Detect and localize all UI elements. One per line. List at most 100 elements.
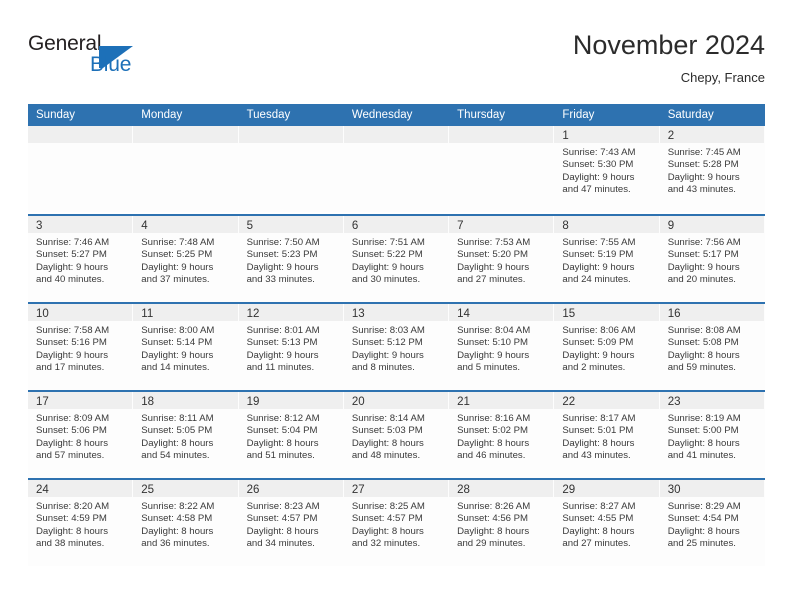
calendar-day-cell[interactable]: 30 Sunrise: 8:29 AM Sunset: 4:54 PM Dayligh… bbox=[659, 480, 765, 566]
day-sunset-text: Sunset: 4:56 PM bbox=[457, 513, 529, 525]
day-sunset-text: Sunset: 5:16 PM bbox=[36, 337, 107, 349]
calendar-day-cell[interactable]: 28 Sunrise: 8:26 AM Sunset: 4:56 PM Dayligh… bbox=[449, 480, 555, 566]
brand-logo[interactable]: General Blue bbox=[28, 32, 148, 84]
day-number: 13 bbox=[351, 308, 365, 320]
page-header: General Blue November 2024 Chepy, France bbox=[28, 28, 765, 98]
day-sun-info: Sunrise: 8:17 AM Sunset: 5:01 PM Daylight:… bbox=[554, 409, 659, 463]
day-sunset-text: Sunset: 4:57 PM bbox=[246, 513, 318, 525]
calendar-day-cell[interactable]: 23 Sunrise: 8:19 AM Sunset: 5:00 PM Dayligh… bbox=[659, 392, 765, 478]
day-number: 7 bbox=[457, 220, 464, 232]
day-sunset-text: Sunset: 4:57 PM bbox=[351, 513, 423, 525]
day-daylight-text: Daylight: 9 hours bbox=[36, 349, 108, 361]
day-number-band: 23 bbox=[659, 392, 765, 409]
calendar-day-cell[interactable]: 21 Sunrise: 8:16 AM Sunset: 5:02 PM Dayligh… bbox=[449, 392, 555, 478]
calendar-day-cell[interactable]: 24 Sunrise: 8:20 AM Sunset: 4:59 PM Dayligh… bbox=[28, 480, 134, 566]
day-number-band: 26 bbox=[238, 480, 344, 497]
day-sunrise-text: Sunrise: 7:45 AM bbox=[667, 147, 741, 158]
calendar-grid: Sunday Monday Tuesday Wednesday Thursday Frid… bbox=[28, 104, 765, 566]
calendar-day-cell[interactable]: 8 Sunrise: 7:55 AM Sunset: 5:19 PM Daylight… bbox=[554, 216, 660, 302]
day-sun-info: Sunrise: 8:01 AM Sunset: 5:13 PM Daylight:… bbox=[239, 321, 344, 375]
day-number: 21 bbox=[457, 396, 470, 408]
day-number bbox=[28, 130, 36, 142]
day-sun-info: Sunrise: 8:00 AM Sunset: 5:14 PM Daylight:… bbox=[133, 321, 238, 375]
day-daylight-text: and 14 minutes. bbox=[141, 362, 210, 374]
day-number: 12 bbox=[246, 308, 260, 320]
calendar-day-cell[interactable]: 29 Sunrise: 8:27 AM Sunset: 4:55 PM Dayligh… bbox=[554, 480, 660, 566]
day-sun-info: Sunrise: 7:48 AM Sunset: 5:25 PM Daylight:… bbox=[133, 233, 238, 287]
calendar-day-cell[interactable]: 16 Sunrise: 8:08 AM Sunset: 5:08 PM Dayligh… bbox=[659, 304, 765, 390]
calendar-day-cell[interactable]: 4 Sunrise: 7:48 AM Sunset: 5:25 PM Daylight… bbox=[133, 216, 239, 302]
day-sun-info: Sunrise: 7:46 AM Sunset: 5:27 PM Daylight:… bbox=[28, 233, 133, 287]
day-daylight-text: and 47 minutes. bbox=[562, 184, 631, 196]
weekday-header-sunday: Sunday bbox=[36, 109, 76, 121]
calendar-day-cell[interactable]: 9 Sunrise: 7:56 AM Sunset: 5:17 PM Daylight… bbox=[659, 216, 765, 302]
day-daylight-text: and 54 minutes. bbox=[141, 450, 210, 462]
day-number: 22 bbox=[562, 396, 576, 408]
day-sunrise-text: Sunrise: 7:55 AM bbox=[562, 237, 636, 248]
day-daylight-text: Daylight: 8 hours bbox=[141, 525, 214, 537]
day-daylight-text: Daylight: 8 hours bbox=[457, 437, 530, 449]
day-daylight-text: and 37 minutes. bbox=[141, 274, 210, 286]
day-number: 17 bbox=[36, 396, 49, 408]
day-sunset-text: Sunset: 5:14 PM bbox=[141, 337, 213, 349]
day-number: 3 bbox=[36, 220, 43, 232]
day-number-band bbox=[238, 126, 344, 143]
calendar-day-cell[interactable]: 18 Sunrise: 8:11 AM Sunset: 5:05 PM Dayligh… bbox=[133, 392, 239, 478]
day-sunrise-text: Sunrise: 8:04 AM bbox=[457, 325, 531, 336]
day-sunrise-text: Sunrise: 8:06 AM bbox=[562, 325, 636, 336]
day-daylight-text: Daylight: 9 hours bbox=[667, 171, 740, 183]
day-number: 9 bbox=[667, 220, 675, 232]
day-sunset-text: Sunset: 5:13 PM bbox=[246, 337, 318, 349]
calendar-day-cell[interactable]: 19 Sunrise: 8:12 AM Sunset: 5:04 PM Dayligh… bbox=[238, 392, 344, 478]
calendar-day-cell[interactable]: 17 Sunrise: 8:09 AM Sunset: 5:06 PM Dayligh… bbox=[28, 392, 134, 478]
day-sunrise-text: Sunrise: 8:01 AM bbox=[246, 325, 320, 336]
day-number-band: 7 bbox=[449, 216, 555, 233]
day-number: 30 bbox=[667, 484, 681, 496]
day-daylight-text: and 24 minutes. bbox=[562, 274, 631, 286]
day-daylight-text: Daylight: 9 hours bbox=[667, 261, 740, 273]
day-sunrise-text: Sunrise: 8:12 AM bbox=[246, 413, 320, 424]
weekday-header-row: Sunday Monday Tuesday Wednesday Thursday Frid… bbox=[28, 104, 765, 126]
calendar-day-cell[interactable]: 14 Sunrise: 8:04 AM Sunset: 5:10 PM Dayligh… bbox=[449, 304, 555, 390]
day-sunrise-text: Sunrise: 8:16 AM bbox=[457, 413, 531, 424]
day-daylight-text: and 46 minutes. bbox=[457, 450, 526, 462]
day-daylight-text: Daylight: 8 hours bbox=[351, 437, 424, 449]
day-number-band bbox=[343, 126, 450, 143]
calendar-day-cell[interactable]: 15 Sunrise: 8:06 AM Sunset: 5:09 PM Dayligh… bbox=[554, 304, 660, 390]
day-sunset-text: Sunset: 5:04 PM bbox=[246, 425, 318, 437]
calendar-day-cell[interactable]: 13 Sunrise: 8:03 AM Sunset: 5:12 PM Dayligh… bbox=[343, 304, 450, 390]
calendar-day-cell[interactable]: 27 Sunrise: 8:25 AM Sunset: 4:57 PM Dayligh… bbox=[343, 480, 450, 566]
day-daylight-text: Daylight: 8 hours bbox=[36, 525, 108, 537]
day-number-band: 14 bbox=[449, 304, 555, 321]
day-daylight-text: and 41 minutes. bbox=[667, 450, 736, 462]
day-sunset-text: Sunset: 5:09 PM bbox=[562, 337, 634, 349]
day-daylight-text: and 20 minutes. bbox=[667, 274, 736, 286]
day-daylight-text: and 34 minutes. bbox=[246, 538, 315, 550]
calendar-day-cell[interactable]: 1 Sunrise: 7:43 AM Sunset: 5:30 PM Daylight… bbox=[554, 126, 660, 212]
day-sun-info: Sunrise: 7:53 AM Sunset: 5:20 PM Daylight:… bbox=[449, 233, 554, 287]
brand-name-blue: Blue bbox=[90, 53, 132, 76]
calendar-day-cell[interactable]: 22 Sunrise: 8:17 AM Sunset: 5:01 PM Dayligh… bbox=[554, 392, 660, 478]
calendar-day-cell[interactable]: 20 Sunrise: 8:14 AM Sunset: 5:03 PM Dayligh… bbox=[343, 392, 450, 478]
calendar-day-cell[interactable]: 25 Sunrise: 8:22 AM Sunset: 4:58 PM Dayligh… bbox=[133, 480, 239, 566]
calendar-day-cell[interactable]: 12 Sunrise: 8:01 AM Sunset: 5:13 PM Dayligh… bbox=[238, 304, 344, 390]
calendar-day-cell[interactable]: 7 Sunrise: 7:53 AM Sunset: 5:20 PM Daylight… bbox=[449, 216, 555, 302]
calendar-day-cell[interactable]: 11 Sunrise: 8:00 AM Sunset: 5:14 PM Dayligh… bbox=[133, 304, 239, 390]
calendar-day-cell[interactable]: 10 Sunrise: 7:58 AM Sunset: 5:16 PM Dayligh… bbox=[28, 304, 134, 390]
day-sunrise-text: Sunrise: 7:51 AM bbox=[351, 237, 425, 248]
day-number-band: 6 bbox=[343, 216, 450, 233]
calendar-week-row: 3 Sunrise: 7:46 AM Sunset: 5:27 PM Daylight… bbox=[28, 214, 765, 302]
calendar-day-cell[interactable]: 5 Sunrise: 7:50 AM Sunset: 5:23 PM Daylight… bbox=[238, 216, 344, 302]
day-number: 26 bbox=[246, 484, 260, 496]
day-daylight-text: and 29 minutes. bbox=[457, 538, 526, 550]
day-number: 19 bbox=[246, 396, 260, 408]
calendar-day-cell[interactable]: 26 Sunrise: 8:23 AM Sunset: 4:57 PM Dayligh… bbox=[238, 480, 344, 566]
calendar-day-cell[interactable]: 6 Sunrise: 7:51 AM Sunset: 5:22 PM Daylight… bbox=[343, 216, 450, 302]
day-number-band: 18 bbox=[133, 392, 239, 409]
calendar-day-cell[interactable]: 2 Sunrise: 7:45 AM Sunset: 5:28 PM Daylight… bbox=[659, 126, 765, 212]
day-daylight-text: Daylight: 9 hours bbox=[246, 261, 319, 273]
calendar-day-cell[interactable]: 3 Sunrise: 7:46 AM Sunset: 5:27 PM Daylight… bbox=[28, 216, 134, 302]
day-daylight-text: Daylight: 8 hours bbox=[667, 349, 740, 361]
day-sun-info: Sunrise: 8:27 AM Sunset: 4:55 PM Daylight:… bbox=[554, 497, 659, 551]
day-sunrise-text: Sunrise: 8:20 AM bbox=[36, 501, 110, 512]
